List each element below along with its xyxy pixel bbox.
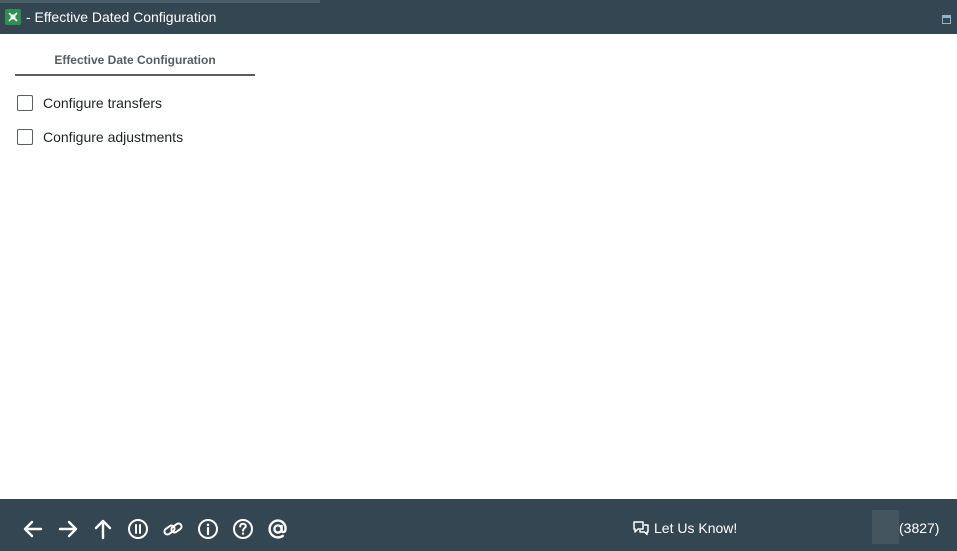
let-us-know-label: Let Us Know! bbox=[654, 520, 738, 536]
window-title: - Effective Dated Configuration bbox=[26, 9, 217, 25]
help-icon[interactable] bbox=[231, 517, 255, 541]
forward-arrow-icon[interactable] bbox=[56, 517, 80, 541]
back-arrow-icon[interactable] bbox=[21, 517, 45, 541]
tab-effective-date-configuration[interactable]: Effective Date Configuration bbox=[15, 50, 255, 76]
title-bar-edge bbox=[0, 0, 320, 3]
record-count: (3827) bbox=[899, 520, 940, 536]
configure-adjustments-label: Configure adjustments bbox=[43, 129, 184, 145]
configure-adjustments-checkbox[interactable] bbox=[17, 129, 33, 145]
pause-icon[interactable] bbox=[126, 517, 150, 541]
info-icon[interactable] bbox=[196, 517, 220, 541]
tab-strip: Effective Date Configuration bbox=[15, 50, 255, 76]
status-swatch bbox=[872, 510, 899, 544]
title-bar: - Effective Dated Configuration bbox=[0, 0, 957, 34]
maximize-icon[interactable] bbox=[942, 15, 951, 24]
application-window: - Effective Dated Configuration Effectiv… bbox=[0, 0, 957, 551]
up-arrow-icon[interactable] bbox=[91, 517, 115, 541]
configure-transfers-checkbox[interactable] bbox=[17, 95, 33, 111]
configure-transfers-label: Configure transfers bbox=[43, 95, 163, 111]
option-configure-transfers[interactable]: Configure transfers bbox=[17, 92, 183, 114]
link-icon[interactable] bbox=[161, 517, 185, 541]
bottom-toolbar: Let Us Know! (3827) bbox=[0, 499, 957, 551]
option-configure-adjustments[interactable]: Configure adjustments bbox=[17, 126, 183, 148]
app-logo-icon bbox=[5, 9, 21, 25]
options-list: Configure transfers Configure adjustment… bbox=[17, 92, 183, 160]
chat-bubbles-icon bbox=[633, 521, 649, 536]
let-us-know-button[interactable]: Let Us Know! bbox=[632, 519, 737, 537]
at-icon[interactable] bbox=[266, 517, 290, 541]
